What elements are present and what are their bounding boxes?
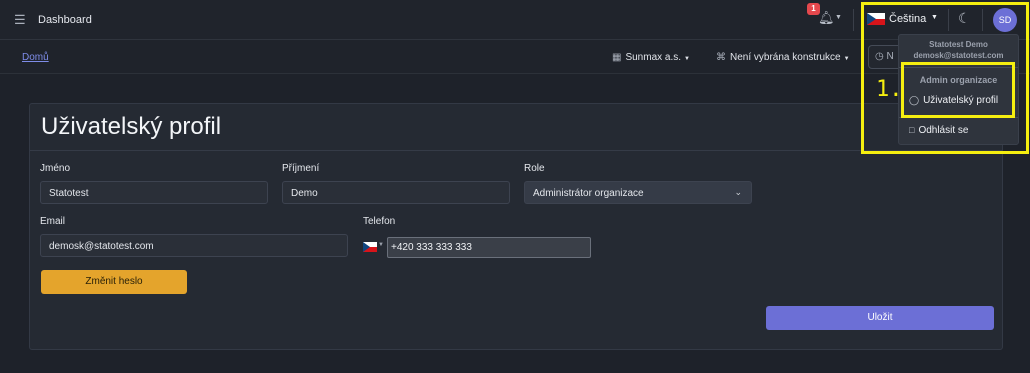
construction-selector[interactable]: ⌘ Není vybrána konstrukce ▼ — [716, 52, 850, 63]
chevron-down-icon[interactable]: ▼ — [378, 242, 384, 248]
step-label: 1. — [876, 77, 903, 102]
last-name-field[interactable]: Demo — [282, 181, 510, 204]
chevron-down-icon: ⌄ — [734, 187, 742, 197]
email-label: Email — [40, 216, 66, 227]
chevron-down-icon: ▼ — [684, 56, 690, 62]
bell-chevron-icon[interactable]: ▼ — [835, 14, 842, 21]
last-name-label: Příjmení — [282, 163, 320, 174]
email-field[interactable]: demosk@statotest.com — [40, 234, 348, 257]
company-label: Sunmax a.s. — [625, 52, 682, 63]
card-header: Uživatelský profil — [30, 104, 1002, 151]
role-value: Administrátor organizace — [533, 188, 644, 199]
company-icon: ▦ — [612, 52, 622, 63]
save-button[interactable]: Uložit — [766, 306, 994, 330]
first-name-field[interactable]: Statotest — [40, 181, 268, 204]
menu-icon[interactable]: ☰ — [14, 12, 26, 28]
phone-label: Telefon — [363, 216, 396, 227]
app-title: Dashboard — [38, 14, 92, 26]
bell-icon[interactable]: 🔔︎ — [818, 10, 835, 26]
divider — [853, 9, 854, 31]
czech-flag-icon[interactable] — [363, 242, 377, 252]
breadcrumb-home[interactable]: Domů — [22, 52, 49, 63]
construction-label: Není vybrána konstrukce — [730, 52, 841, 63]
role-label: Role — [524, 163, 545, 174]
company-selector[interactable]: ▦ Sunmax a.s. ▼ — [612, 52, 690, 63]
chevron-down-icon: ▼ — [843, 56, 850, 62]
change-password-button[interactable]: Změnit heslo — [41, 270, 187, 294]
highlight-box-inner — [901, 62, 1015, 118]
notification-badge: 1 — [807, 3, 820, 15]
first-name-label: Jméno — [40, 163, 71, 174]
profile-card: Uživatelský profil Jméno Statotest Příjm… — [29, 103, 1003, 350]
page-title: Uživatelský profil — [41, 113, 222, 140]
role-select[interactable]: Administrátor organizace ⌄ — [524, 181, 752, 204]
phone-field[interactable]: +420 333 333 333 — [387, 237, 591, 258]
construction-icon: ⌘ — [716, 52, 726, 63]
